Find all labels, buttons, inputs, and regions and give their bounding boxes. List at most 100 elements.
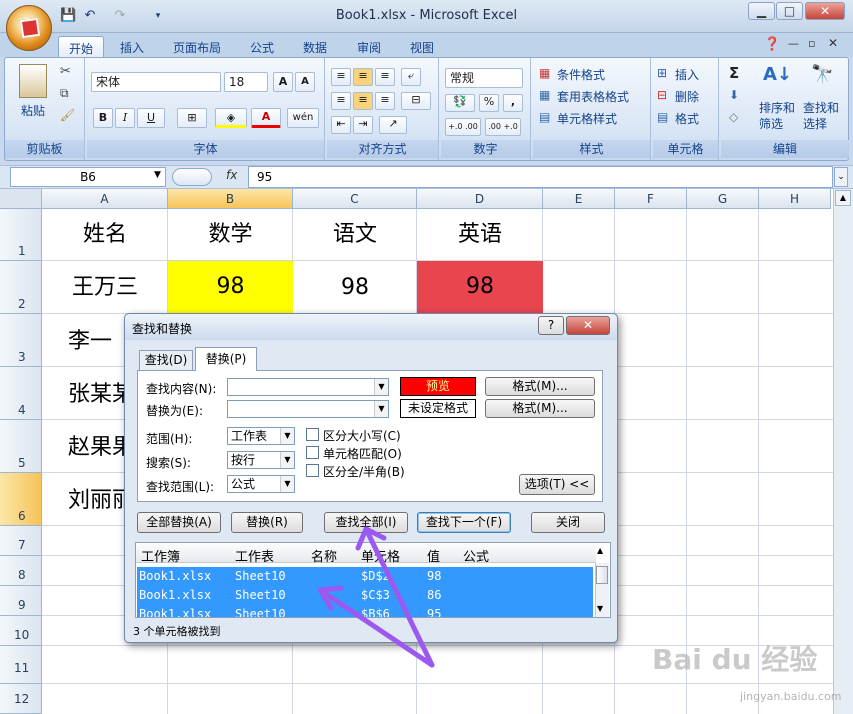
office-button[interactable] xyxy=(6,5,52,51)
dialog-tab-find[interactable]: 查找(D) xyxy=(139,350,193,370)
grow-font-button[interactable]: A xyxy=(273,72,293,92)
within-select[interactable]: 工作表 ▼ xyxy=(227,427,295,445)
row-header-2[interactable]: 2 xyxy=(0,261,42,314)
find-select-button[interactable]: 查找和 选择 xyxy=(803,100,839,132)
column-header-e[interactable]: E xyxy=(543,189,615,209)
search-select[interactable]: 按行 ▼ xyxy=(227,451,295,469)
result-row[interactable]: Book1.xlsx Sheet10 $C$3 86 xyxy=(137,586,593,605)
minimize-button[interactable]: ▁ xyxy=(748,2,775,20)
formula-input[interactable]: 95 xyxy=(248,166,833,188)
results-col-formula[interactable]: 公式 xyxy=(463,546,489,565)
select-all-corner[interactable] xyxy=(0,189,42,209)
clear-icon[interactable]: ◇ xyxy=(729,110,738,124)
look-in-select[interactable]: 公式 ▼ xyxy=(227,475,295,493)
shrink-font-button[interactable]: A xyxy=(295,72,315,92)
border-icon[interactable]: ⊞ xyxy=(177,108,207,128)
align-top-icon[interactable]: ≡ xyxy=(331,68,351,86)
column-header-c[interactable]: C xyxy=(293,189,417,209)
row-header-8[interactable]: 8 xyxy=(0,556,42,586)
align-bottom-icon[interactable]: ≡ xyxy=(375,68,395,86)
row-header-11[interactable]: 11 xyxy=(0,646,42,684)
wrap-text-icon[interactable]: ⤶ xyxy=(401,68,421,86)
align-center-icon[interactable]: ≡ xyxy=(353,92,373,110)
currency-icon[interactable]: 💱 xyxy=(445,94,475,112)
results-col-name[interactable]: 名称 xyxy=(311,546,337,565)
cell-style-button[interactable]: 单元格样式 xyxy=(557,110,617,127)
replace-format-button[interactable]: 格式(M)... xyxy=(485,399,595,418)
results-col-value[interactable]: 值 xyxy=(427,546,440,565)
maximize-button[interactable]: □ xyxy=(776,2,803,20)
tab-insert[interactable]: 插入 xyxy=(110,36,154,58)
comma-button[interactable]: , xyxy=(503,94,523,112)
match-width-checkbox[interactable] xyxy=(306,464,319,477)
find-all-button[interactable]: 查找全部(I) xyxy=(324,512,408,533)
fill-color-icon[interactable]: ◈ xyxy=(215,108,247,128)
name-box-dropdown-icon[interactable]: ▼ xyxy=(154,170,161,180)
row-header-10[interactable]: 10 xyxy=(0,616,42,646)
paste-icon[interactable] xyxy=(19,64,47,98)
results-scroll-thumb[interactable] xyxy=(596,566,608,584)
font-color-button[interactable]: A xyxy=(251,108,281,128)
replace-with-input[interactable]: ▼ xyxy=(227,400,389,418)
row-header-4[interactable]: 4 xyxy=(0,367,42,420)
cell-a3[interactable]: 李一 xyxy=(42,314,124,367)
ribbon-minimize-icon[interactable]: — xyxy=(788,37,799,50)
find-what-input[interactable]: ▼ xyxy=(227,378,389,396)
results-col-cell[interactable]: 单元格 xyxy=(361,546,400,565)
cell-d2[interactable]: 98 xyxy=(417,261,543,314)
row-header-6[interactable]: 6 xyxy=(0,473,42,526)
cell-a1[interactable]: 姓名 xyxy=(42,209,168,261)
column-header-h[interactable]: H xyxy=(759,189,831,209)
format-painter-icon[interactable]: 🖌 xyxy=(60,108,75,122)
increase-indent-icon[interactable]: ⇥ xyxy=(353,116,373,134)
tab-data[interactable]: 数据 xyxy=(293,36,337,58)
find-next-button[interactable]: 查找下一个(F) xyxy=(417,512,511,533)
ribbon-restore-icon[interactable]: ▫ xyxy=(808,37,815,50)
copy-icon[interactable]: ⧉ xyxy=(60,86,69,101)
cell-b2[interactable]: 98 xyxy=(168,261,293,313)
replace-button[interactable]: 替换(R) xyxy=(231,512,303,533)
insert-cells-button[interactable]: 插入 xyxy=(675,66,699,83)
name-box[interactable]: B6 xyxy=(10,167,166,187)
result-row[interactable]: Book1.xlsx Sheet10 $B$6 95 xyxy=(137,605,593,617)
find-format-button[interactable]: 格式(M)... xyxy=(485,377,595,396)
sort-filter-button[interactable]: 排序和 筛选 xyxy=(759,100,795,132)
merge-center-icon[interactable]: ⊟ xyxy=(401,92,431,110)
results-scroll-up-icon[interactable]: ▲ xyxy=(597,546,603,555)
cell-a6[interactable]: 刘丽丽 xyxy=(42,473,124,526)
cell-d1[interactable]: 英语 xyxy=(417,209,543,261)
cell-c2[interactable]: 98 xyxy=(293,261,417,314)
underline-button[interactable]: U xyxy=(137,108,165,128)
scroll-up-icon[interactable]: ▲ xyxy=(835,190,851,206)
autosum-button[interactable]: Σ xyxy=(729,64,739,82)
align-left-icon[interactable]: ≡ xyxy=(331,92,351,110)
dialog-help-button[interactable]: ? xyxy=(538,316,564,335)
row-header-12[interactable]: 12 xyxy=(0,684,42,714)
results-scroll-down-icon[interactable]: ▼ xyxy=(597,604,603,613)
cell-b1[interactable]: 数学 xyxy=(168,209,293,261)
percent-button[interactable]: % xyxy=(479,94,499,112)
column-header-g[interactable]: G xyxy=(687,189,759,209)
cell-a4[interactable]: 张某某 xyxy=(42,367,124,420)
cut-icon[interactable]: ✂ xyxy=(60,64,71,79)
orientation-icon[interactable]: ↗ xyxy=(379,116,407,134)
decrease-indent-icon[interactable]: ⇤ xyxy=(331,116,351,134)
dialog-close-button[interactable]: ✕ xyxy=(566,316,610,335)
dialog-tab-replace[interactable]: 替换(P) xyxy=(195,347,257,371)
cell-a5[interactable]: 赵果果 xyxy=(42,420,124,473)
match-case-checkbox[interactable] xyxy=(306,428,319,441)
row-header-1[interactable]: 1 xyxy=(0,209,42,261)
options-button[interactable]: 选项(T) << xyxy=(519,474,595,495)
results-col-book[interactable]: 工作簿 xyxy=(141,546,180,565)
column-header-a[interactable]: A xyxy=(42,189,168,209)
align-right-icon[interactable]: ≡ xyxy=(375,92,395,110)
column-header-f[interactable]: F xyxy=(615,189,687,209)
font-name-select[interactable]: 宋体 xyxy=(91,72,221,92)
format-cells-button[interactable]: 格式 xyxy=(675,110,699,127)
results-col-sheet[interactable]: 工作表 xyxy=(235,546,274,565)
insert-function-button[interactable]: fx xyxy=(226,168,237,182)
row-header-5[interactable]: 5 xyxy=(0,420,42,473)
vertical-scrollbar[interactable] xyxy=(833,189,853,714)
fill-icon[interactable]: ⬇ xyxy=(729,88,739,102)
result-row[interactable]: Book1.xlsx Sheet10 $D$2 98 xyxy=(137,567,593,586)
